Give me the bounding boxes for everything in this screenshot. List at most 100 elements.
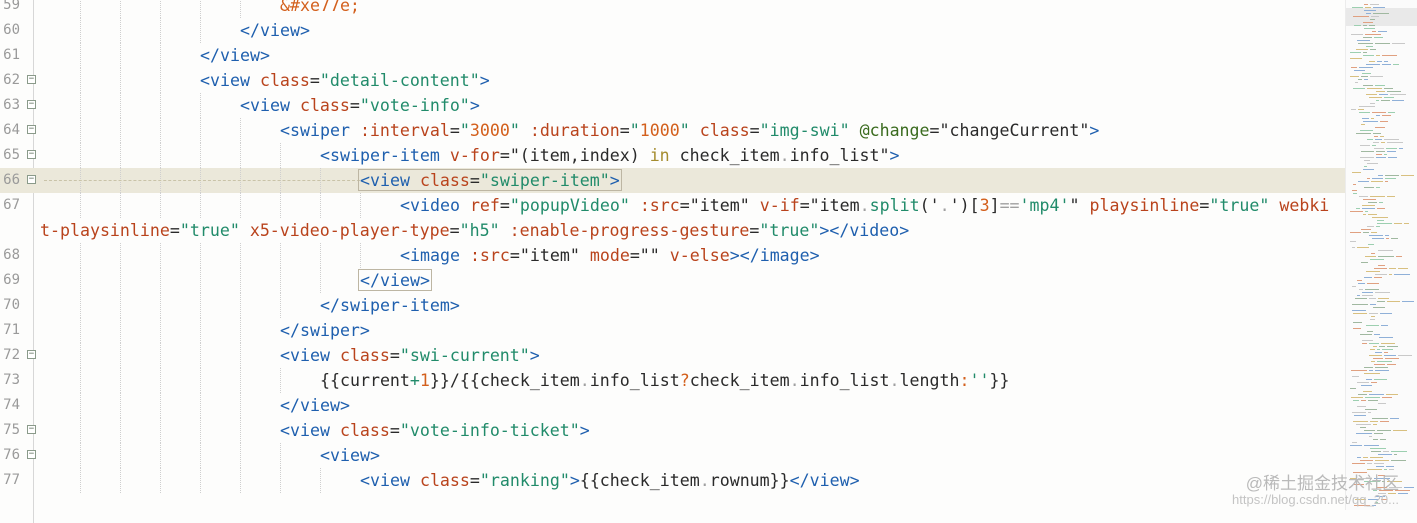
token: v-else <box>669 246 730 265</box>
line-number: 76 <box>3 447 20 463</box>
code-editor[interactable]: 59 &#xe77e; 60 </view> 61 </view> 62− <view cla… <box>0 0 1345 523</box>
minimap-stroke <box>1388 112 1395 113</box>
code-text: </view> <box>240 18 310 43</box>
token: "true" <box>1209 196 1270 215</box>
fold-toggle-icon[interactable]: − <box>27 75 36 84</box>
code-line-75[interactable]: 75− <view class="vote-info-ticket"> <box>0 418 1345 443</box>
token: 1 <box>419 371 430 390</box>
token: " <box>679 121 690 140</box>
indent-guide <box>80 143 81 168</box>
minimap-stroke <box>1369 313 1378 314</box>
code-line-74[interactable]: 74 </view> <box>0 393 1345 418</box>
token: in <box>649 146 670 165</box>
minimap-stroke <box>1393 430 1407 431</box>
minimap-stroke <box>1369 436 1372 437</box>
code-line-wrap[interactable]: t-playsinline="true" x5-video-player-typ… <box>0 218 1345 243</box>
token: > <box>529 346 540 365</box>
indent-guide <box>360 243 361 268</box>
indent-guide <box>160 393 161 418</box>
minimap-stroke <box>1387 142 1403 143</box>
code-line-72[interactable]: 72− <view class="swi-current"> <box>0 343 1345 368</box>
minimap-stroke <box>1373 358 1383 359</box>
fold-toggle-icon[interactable]: − <box>27 425 36 434</box>
minimap-stroke <box>1367 139 1373 140</box>
token: 3000 <box>469 121 510 140</box>
code-line-73[interactable]: 73 {{current+1}}/{{check_item.info_list?c… <box>0 368 1345 393</box>
minimap-stroke <box>1376 466 1384 467</box>
minimap[interactable] <box>1345 0 1417 510</box>
fold-toggle-icon[interactable]: − <box>27 125 36 134</box>
token: ? <box>679 371 690 390</box>
minimap-stroke <box>1351 34 1363 35</box>
minimap-stroke <box>1386 238 1389 239</box>
indent-guide <box>200 243 201 268</box>
indent-guide <box>160 468 161 493</box>
minimap-stroke <box>1358 109 1364 110</box>
minimap-stroke <box>1378 250 1393 251</box>
minimap-stroke <box>1378 175 1383 176</box>
code-line-60[interactable]: 60 </view> <box>0 18 1345 43</box>
whitespace-marker <box>44 180 360 181</box>
indent-guide <box>240 193 241 218</box>
indent-guide <box>80 43 81 68</box>
code-line-67[interactable]: 67 <video ref="popupVideo" :src="item" v-… <box>0 193 1345 218</box>
code-line-62[interactable]: 62− <view class="detail-content"> <box>0 68 1345 93</box>
minimap-stroke <box>1368 214 1377 215</box>
code-line-66[interactable]: 66− <view class="swiper-item"> <box>0 168 1345 193</box>
code-line-77[interactable]: 77 <view class="ranking">{{check_item.row… <box>0 468 1345 493</box>
token: "detail-content" <box>319 71 480 90</box>
code-line-65[interactable]: 65− <swiper-item v-for="(item,index) in c… <box>0 143 1345 168</box>
fold-toggle-icon[interactable]: − <box>27 175 36 184</box>
minimap-stroke <box>1363 55 1374 56</box>
minimap-stroke <box>1369 61 1375 62</box>
minimap-stroke <box>1401 175 1414 176</box>
minimap-stroke <box>1375 460 1389 461</box>
token: </swiper> <box>280 321 370 340</box>
token: . <box>779 146 790 165</box>
minimap-stroke <box>1389 268 1396 269</box>
indent-guide <box>160 368 161 393</box>
indent-guide <box>120 418 121 443</box>
code-line-70[interactable]: 70 </swiper-item> <box>0 293 1345 318</box>
code-line-59[interactable]: 59 &#xe77e; <box>0 0 1345 18</box>
minimap-viewport[interactable] <box>1346 8 1417 26</box>
indent-guide <box>200 193 201 218</box>
minimap-stroke <box>1354 25 1361 26</box>
minimap-stroke <box>1367 88 1382 89</box>
indent-guide <box>200 293 201 318</box>
minimap-stroke <box>1374 136 1378 137</box>
indent-guide <box>120 68 121 93</box>
fold-toggle-icon[interactable]: − <box>27 450 36 459</box>
code-line-63[interactable]: 63− <view class="vote-info"> <box>0 93 1345 118</box>
minimap-stroke <box>1366 325 1379 326</box>
fold-toggle-icon[interactable]: − <box>27 350 36 359</box>
code-line-71[interactable]: 71 </swiper> <box>0 318 1345 343</box>
code-line-76[interactable]: 76− <view> <box>0 443 1345 468</box>
code-line-61[interactable]: 61 </view> <box>0 43 1345 68</box>
minimap-stroke <box>1361 151 1374 152</box>
minimap-stroke <box>1364 28 1375 29</box>
minimap-stroke <box>1376 154 1382 155</box>
fold-toggle-icon[interactable]: − <box>27 100 36 109</box>
minimap-stroke <box>1371 16 1379 17</box>
minimap-stroke <box>1375 274 1387 275</box>
minimap-stroke <box>1384 352 1388 353</box>
minimap-stroke <box>1373 346 1377 347</box>
minimap-stroke <box>1364 166 1367 167</box>
token: split <box>869 196 920 215</box>
code-line-64[interactable]: 64− <swiper :interval="3000" :duration="1… <box>0 118 1345 143</box>
indent-guide <box>240 393 241 418</box>
token: </swiper-item> <box>320 296 460 315</box>
fold-toggle-icon[interactable]: − <box>27 150 36 159</box>
code-line-69[interactable]: 69 </view> <box>0 268 1345 293</box>
token: " <box>459 121 470 140</box>
minimap-stroke <box>1394 274 1410 275</box>
indent-guide <box>120 468 121 493</box>
line-number: 66 <box>3 172 20 188</box>
minimap-stroke <box>1374 277 1382 278</box>
indent-guide <box>160 293 161 318</box>
indent-guide <box>120 318 121 343</box>
indent-guide <box>200 468 201 493</box>
code-line-68[interactable]: 68 <image :src="item" mode="" v-else></im… <box>0 243 1345 268</box>
